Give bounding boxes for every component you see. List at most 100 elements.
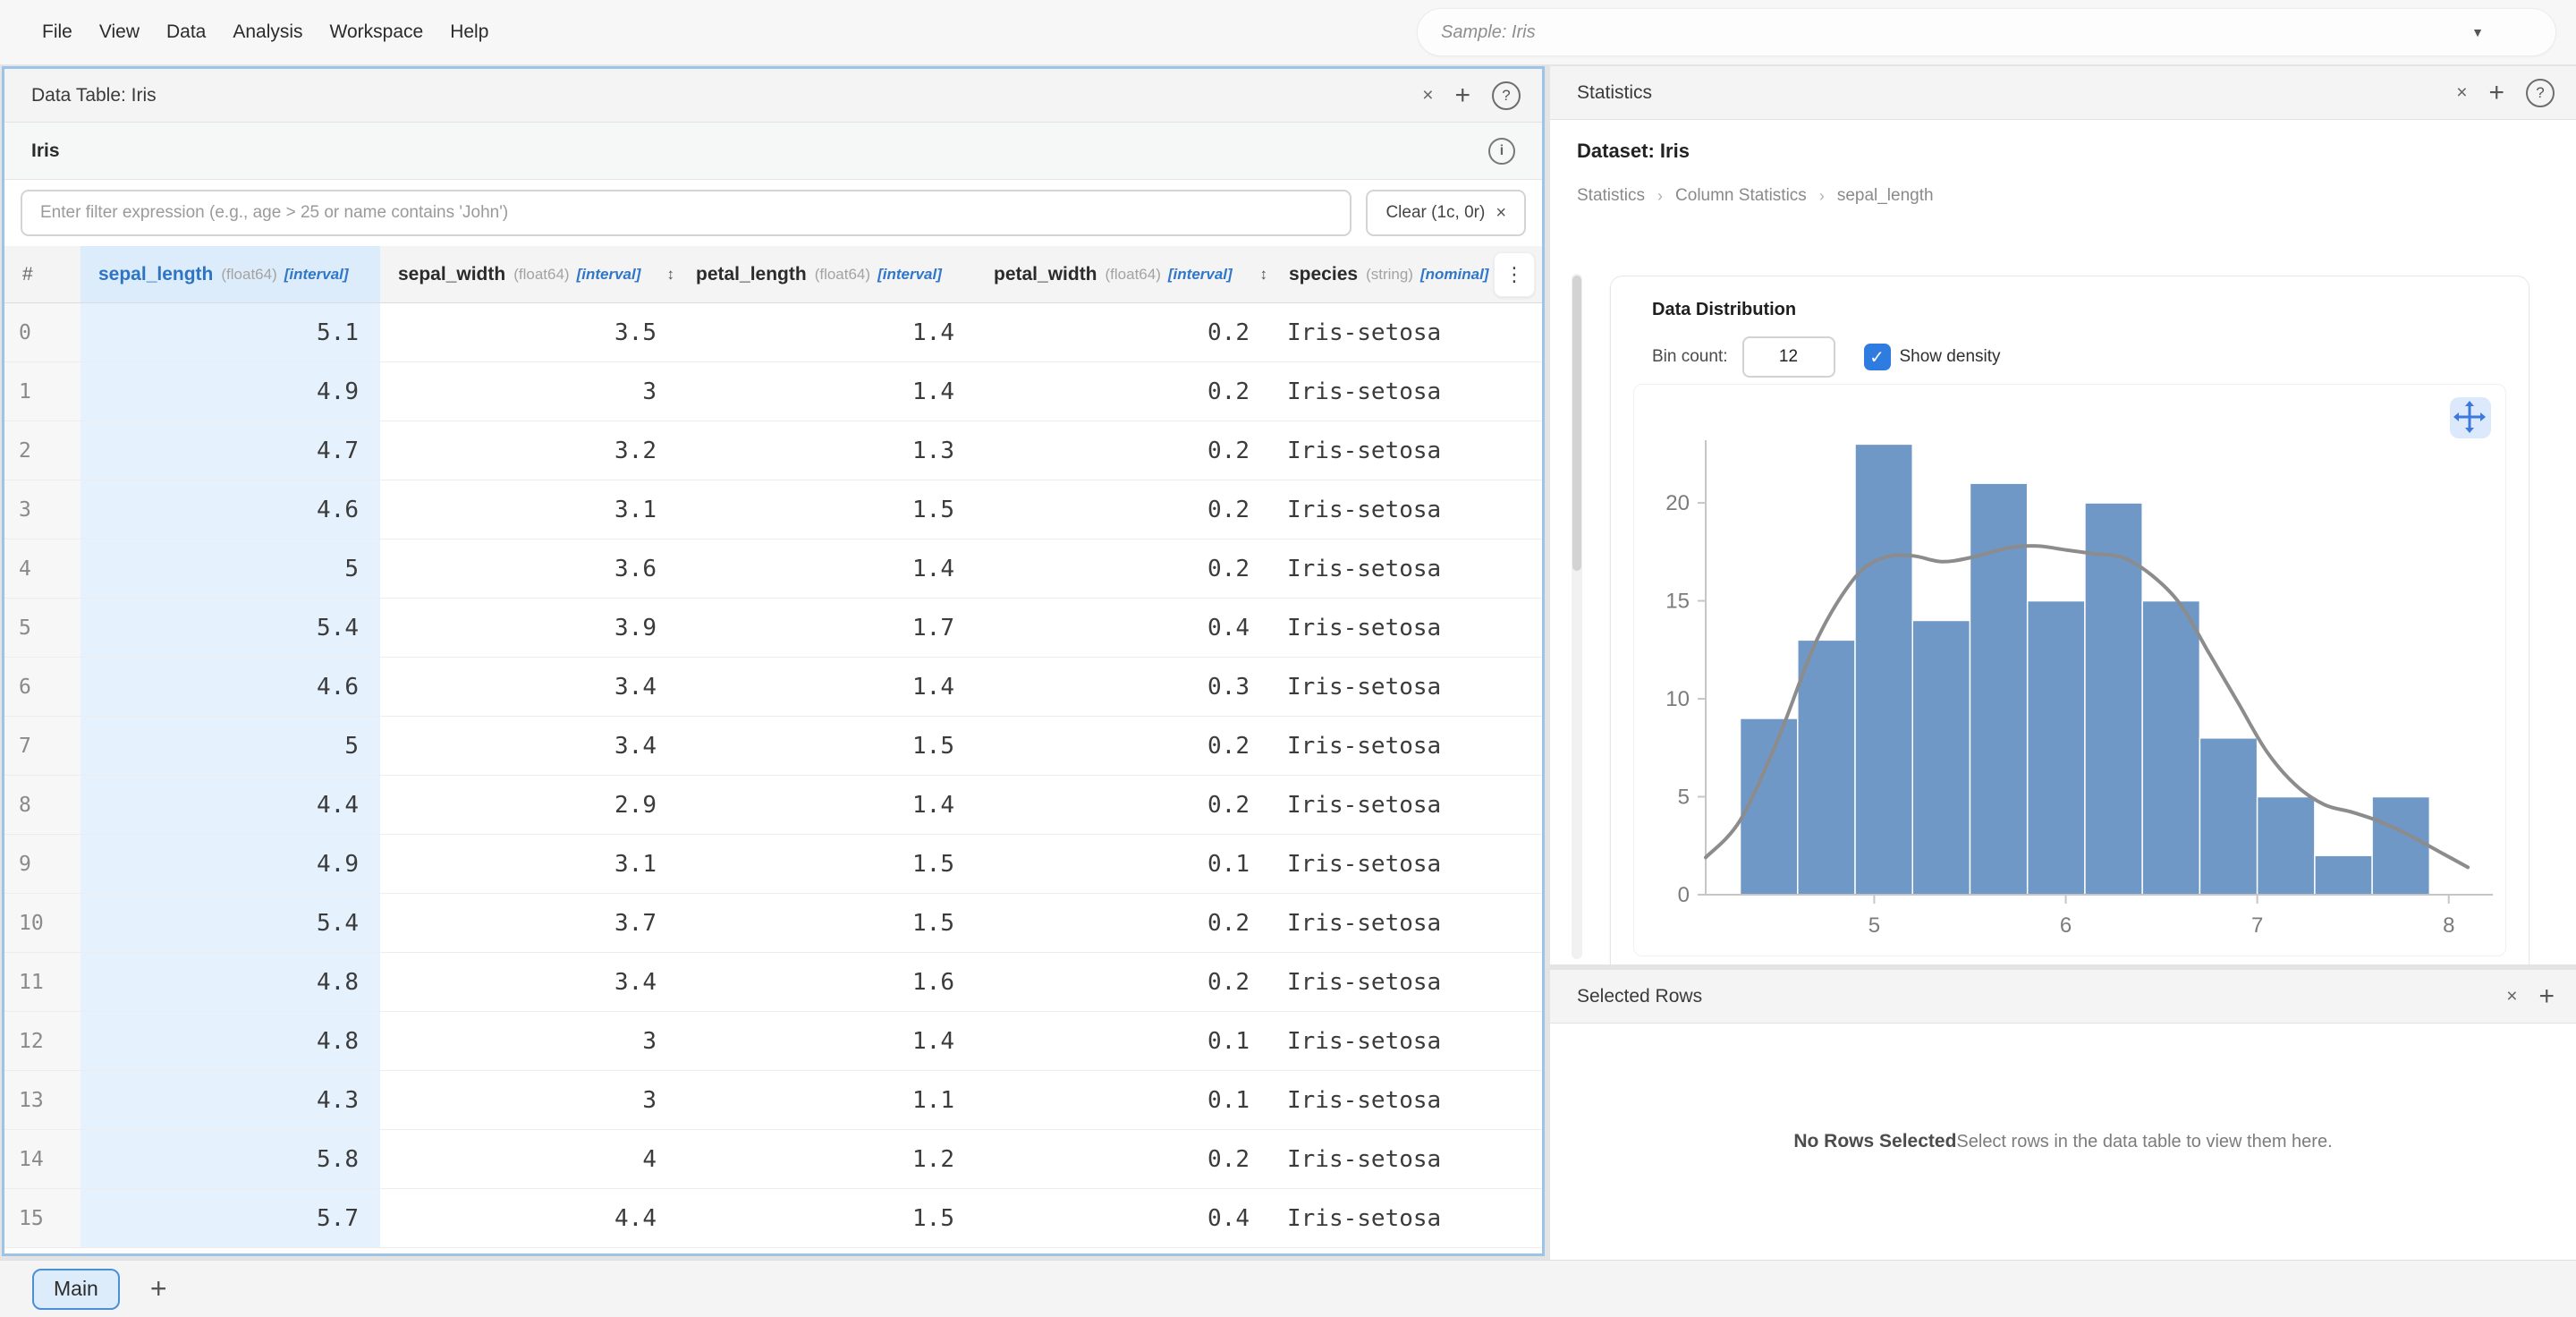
- row-index-cell: 12: [4, 1012, 80, 1070]
- breadcrumb-item[interactable]: Column Statistics: [1675, 186, 1807, 206]
- table-row[interactable]: 24.73.21.30.2Iris-setosa: [4, 421, 1542, 480]
- x-tick-label: 5: [1868, 913, 1880, 938]
- table-cell: 5: [80, 540, 380, 598]
- statistics-body: Dataset: Iris Statistics›Column Statisti…: [1550, 120, 2576, 964]
- table-row[interactable]: 105.43.71.50.2Iris-setosa: [4, 894, 1542, 953]
- row-index-cell: 8: [4, 776, 80, 834]
- table-cell: Iris-setosa: [1271, 1130, 1542, 1188]
- distribution-chart-svg: 051015205678: [1634, 385, 2505, 956]
- menu-data[interactable]: Data: [153, 13, 219, 52]
- table-cell: Iris-setosa: [1271, 599, 1542, 657]
- menu-workspace[interactable]: Workspace: [317, 13, 437, 52]
- column-name: #: [22, 264, 33, 285]
- pan-tool-button[interactable]: [2450, 397, 2491, 438]
- column-name: species: [1289, 264, 1358, 285]
- table-row[interactable]: 84.42.91.40.2Iris-setosa: [4, 776, 1542, 835]
- y-tick-label: 0: [1678, 883, 1690, 907]
- table-row[interactable]: 145.841.20.2Iris-setosa: [4, 1130, 1542, 1189]
- table-row[interactable]: 753.41.50.2Iris-setosa: [4, 717, 1542, 776]
- table-cell: 3.7: [380, 894, 678, 952]
- column-kind: [interval]: [577, 266, 641, 284]
- table-cell: Iris-setosa: [1271, 776, 1542, 834]
- table-row[interactable]: 64.63.41.40.3Iris-setosa: [4, 658, 1542, 717]
- table-cell: Iris-setosa: [1271, 421, 1542, 480]
- table-cell: 0.2: [976, 303, 1271, 361]
- scrollbar-thumb[interactable]: [1572, 276, 1581, 571]
- table-row[interactable]: 124.831.40.1Iris-setosa: [4, 1012, 1542, 1071]
- table-cell: 1.1: [678, 1071, 976, 1129]
- info-icon[interactable]: i: [1488, 138, 1515, 165]
- add-panel-icon[interactable]: +: [1454, 82, 1470, 109]
- app-root: FileViewDataAnalysisWorkspaceHelp Sample…: [0, 0, 2576, 1317]
- close-icon[interactable]: ×: [2456, 83, 2467, 102]
- table-cell: 1.5: [678, 1189, 976, 1247]
- arrows-move-icon: [2450, 397, 2489, 437]
- table-row[interactable]: 453.61.40.2Iris-setosa: [4, 540, 1542, 599]
- show-density-checkbox[interactable]: ✓: [1864, 344, 1891, 370]
- table-cell: 1.5: [678, 894, 976, 952]
- y-tick-label: 5: [1678, 786, 1690, 810]
- table-row[interactable]: 134.331.10.1Iris-setosa: [4, 1071, 1542, 1130]
- table-row[interactable]: 05.13.51.40.2Iris-setosa: [4, 303, 1542, 362]
- table-row[interactable]: 55.43.91.70.4Iris-setosa: [4, 599, 1542, 658]
- bin-count-input[interactable]: [1742, 336, 1835, 378]
- table-cell: 0.2: [976, 953, 1271, 1011]
- sort-icon[interactable]: ↕: [667, 266, 679, 284]
- scrollbar-track: [1572, 274, 1582, 959]
- column-header-sepal_length[interactable]: sepal_length(float64)[interval]: [80, 246, 380, 302]
- row-index-cell: 4: [4, 540, 80, 598]
- help-icon[interactable]: ?: [1492, 81, 1521, 110]
- table-row[interactable]: 94.93.11.50.1Iris-setosa: [4, 835, 1542, 894]
- add-panel-icon[interactable]: +: [2488, 80, 2504, 106]
- menu-analysis[interactable]: Analysis: [219, 13, 316, 52]
- row-index-cell: 11: [4, 953, 80, 1011]
- breadcrumb-item[interactable]: Statistics: [1577, 186, 1645, 206]
- table-cell: Iris-setosa: [1271, 1012, 1542, 1070]
- table-cell: Iris-setosa: [1271, 658, 1542, 716]
- row-index-cell: 7: [4, 717, 80, 775]
- column-header-petal_length[interactable]: petal_length(float64)[interval]: [678, 246, 976, 302]
- selected-rows-panel-title: Selected Rows: [1577, 986, 1702, 1007]
- table-row[interactable]: 34.63.11.50.2Iris-setosa: [4, 480, 1542, 540]
- table-cell: 0.2: [976, 540, 1271, 598]
- clear-filter-button[interactable]: Clear (1c, 0r) ×: [1366, 190, 1526, 236]
- row-index-cell: 5: [4, 599, 80, 657]
- table-cell: 3.1: [380, 480, 678, 539]
- table-row[interactable]: 14.931.40.2Iris-setosa: [4, 362, 1542, 421]
- table-cell: Iris-setosa: [1271, 717, 1542, 775]
- table-cell: 4.3: [80, 1071, 380, 1129]
- close-icon[interactable]: ×: [1422, 86, 1433, 105]
- column-header-petal_width[interactable]: petal_width(float64)[interval]↕: [976, 246, 1271, 302]
- sort-icon[interactable]: ↕: [1260, 266, 1272, 284]
- help-icon[interactable]: ?: [2526, 79, 2555, 107]
- menu-file[interactable]: File: [29, 13, 86, 52]
- table-cell: 0.2: [976, 362, 1271, 421]
- table-cell: Iris-setosa: [1271, 1189, 1542, 1247]
- table-row[interactable]: 114.83.41.60.2Iris-setosa: [4, 953, 1542, 1012]
- filter-expression-input[interactable]: [21, 190, 1352, 236]
- breadcrumb-item[interactable]: sepal_length: [1837, 186, 1934, 206]
- sample-dataset-select[interactable]: Sample: Iris ▼: [1417, 8, 2556, 56]
- table-cell: 3.4: [380, 953, 678, 1011]
- table-cell: 2.9: [380, 776, 678, 834]
- menu-help[interactable]: Help: [436, 13, 502, 52]
- close-icon[interactable]: ×: [2506, 987, 2517, 1006]
- menu-bar: FileViewDataAnalysisWorkspaceHelp Sample…: [0, 0, 2576, 64]
- empty-state-title: No Rows Selected: [1793, 1131, 1956, 1152]
- menu-view[interactable]: View: [86, 13, 153, 52]
- column-menu-button[interactable]: ⋮: [1494, 252, 1535, 297]
- add-panel-icon[interactable]: +: [2538, 983, 2555, 1010]
- add-sheet-button[interactable]: +: [150, 1272, 167, 1305]
- data-table-panel-header: Data Table: Iris × + ?: [4, 69, 1542, 123]
- breadcrumb-separator: ›: [1819, 187, 1825, 206]
- table-cell: Iris-setosa: [1271, 1071, 1542, 1129]
- histogram-bar: [2315, 855, 2372, 895]
- selected-rows-panel-header: Selected Rows × +: [1550, 970, 2576, 1024]
- column-header-sepal_width[interactable]: sepal_width(float64)[interval]↕: [380, 246, 678, 302]
- sheet-tab-main[interactable]: Main: [32, 1269, 120, 1310]
- empty-state-description: Select rows in the data table to view th…: [1956, 1132, 2332, 1152]
- table-row[interactable]: 155.74.41.50.4Iris-setosa: [4, 1189, 1542, 1248]
- no-rows-selected-message: No Rows SelectedSelect rows in the data …: [1550, 1024, 2576, 1260]
- table-cell: 1.5: [678, 717, 976, 775]
- row-index-cell: 6: [4, 658, 80, 716]
